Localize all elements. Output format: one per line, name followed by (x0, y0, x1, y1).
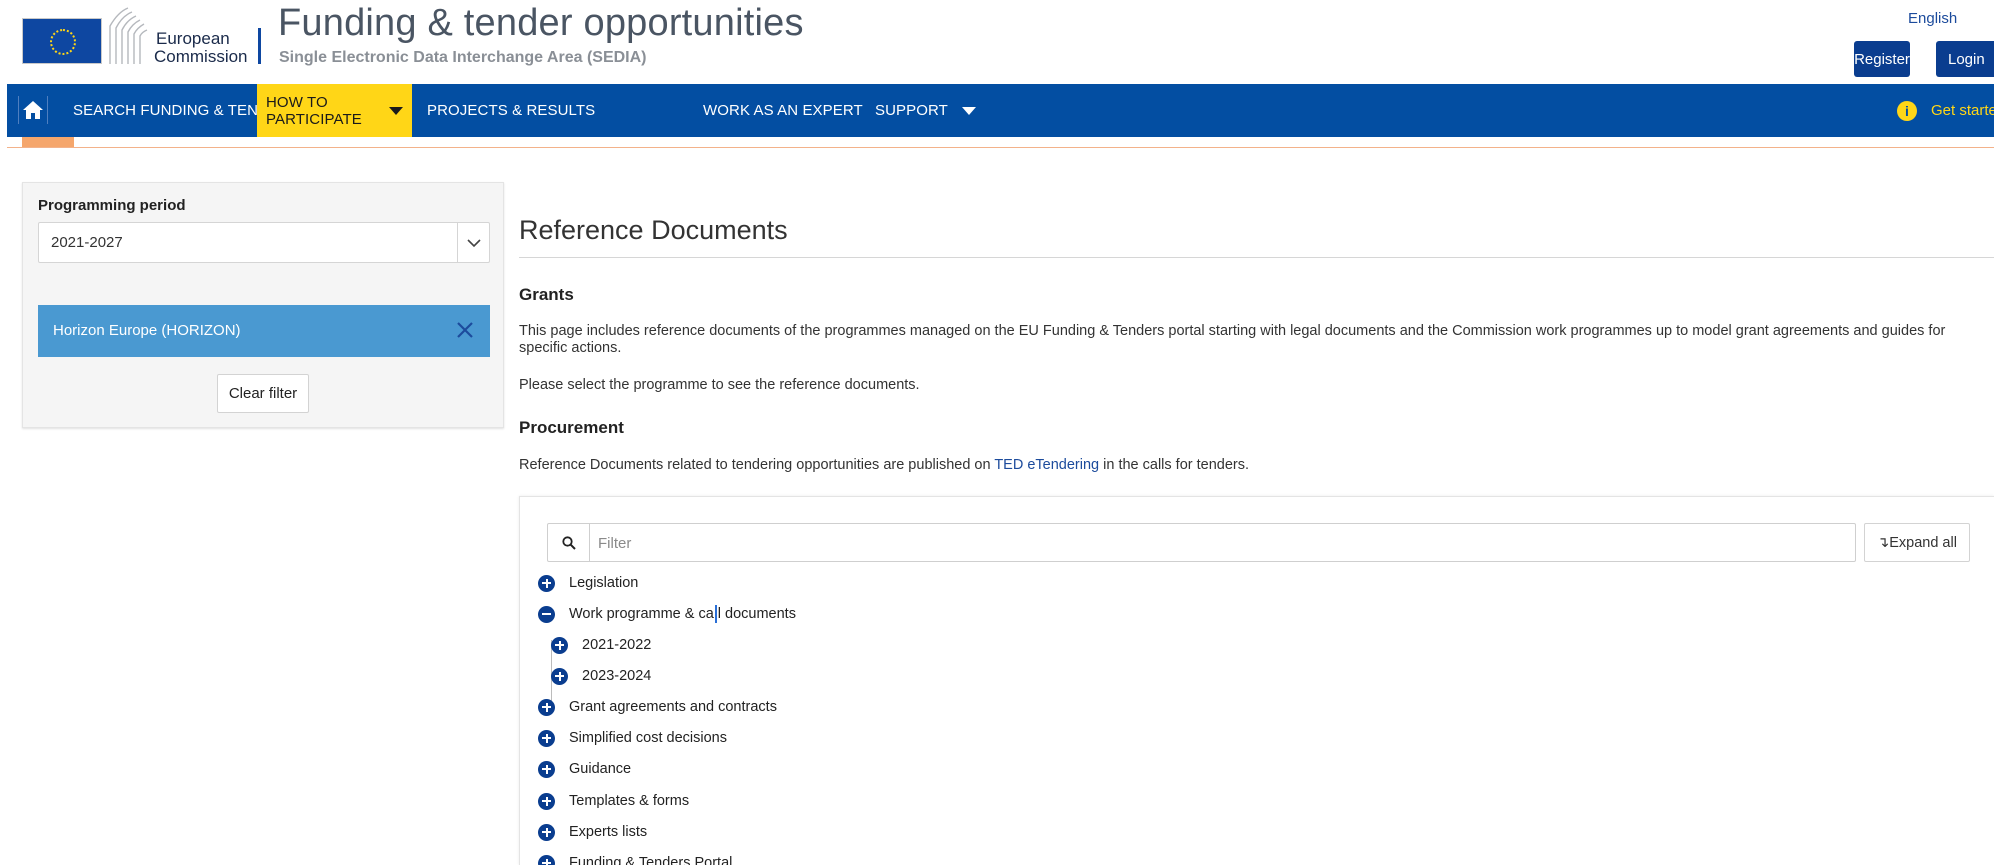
logo-line-european: European (156, 29, 230, 48)
filter-panel: Programming period 2021-2027 Horizon Eur… (22, 182, 504, 428)
close-icon[interactable] (454, 319, 476, 341)
nav-divider (7, 147, 1994, 148)
reference-documents-tree: ↴Expand all (519, 496, 1994, 865)
chevron-down-icon[interactable] (457, 223, 489, 262)
tree-node-label: Grant agreements and contracts (569, 699, 777, 715)
grants-description: This page includes reference documents o… (519, 323, 1946, 356)
tree-node-label: Work programme & ca l documents (569, 605, 796, 623)
expand-plus-icon[interactable] (551, 667, 568, 685)
procurement-text-before: Reference Documents related to tendering… (519, 457, 995, 473)
tree-node-guidance[interactable]: Guidance (538, 759, 631, 779)
tree-node-label: 2023-2024 (582, 668, 652, 684)
logo-text: European Commission (154, 30, 248, 66)
caret-down-icon (961, 106, 976, 115)
expand-plus-icon[interactable] (538, 698, 555, 716)
tree-filter-input[interactable] (598, 532, 1838, 554)
expand-plus-icon[interactable] (551, 636, 568, 654)
nav-projects-results[interactable]: PROJECTS & RESULTS (419, 84, 603, 137)
expand-plus-icon[interactable] (538, 823, 555, 841)
tree-node-2023-2024[interactable]: 2023-2024 (551, 666, 651, 686)
language-selector[interactable]: English (1908, 10, 1957, 27)
page-title: Reference Documents (519, 215, 788, 245)
tree-node-label-part: l documents (717, 605, 796, 622)
grants-heading: Grants (519, 285, 574, 304)
tree-node-label: Simplified cost decisions (569, 730, 727, 746)
site-subtitle: Single Electronic Data Interchange Area … (279, 49, 647, 66)
tree-node-simplified-cost[interactable]: Simplified cost decisions (538, 728, 727, 748)
tree-node-2021-2022[interactable]: 2021-2022 (551, 635, 651, 655)
tree-node-label: 2021-2022 (582, 637, 652, 653)
nav-work-as-expert-label: WORK AS AN EXPERT (703, 102, 863, 119)
nav-support[interactable]: SUPPORT (867, 84, 984, 137)
berlaymont-logo-icon (109, 7, 148, 64)
procurement-description: Reference Documents related to tendering… (519, 457, 1249, 473)
tree-node-work-programme[interactable]: Work programme & ca l documents (538, 604, 796, 624)
tree-node-templates[interactable]: Templates & forms (538, 791, 689, 811)
logo-separator (258, 28, 261, 64)
nav-how-to-participate[interactable]: HOW TO PARTICIPATE (257, 84, 412, 137)
tree-node-label: Funding & Tenders Portal (569, 855, 733, 865)
info-icon[interactable]: i (1897, 101, 1917, 121)
clear-filter-button[interactable]: Clear filter (217, 374, 309, 413)
register-button[interactable]: Register (1854, 41, 1910, 77)
ted-etendering-link[interactable]: TED eTendering (994, 457, 1099, 473)
title-divider (519, 257, 1994, 258)
search-icon (548, 524, 590, 561)
programme-filter-chip-label: Horizon Europe (HORIZON) (53, 322, 241, 339)
main-nav: SEARCH FUNDING & TENDERS HOW TO PARTICIP… (7, 84, 1994, 137)
site-title[interactable]: Funding & tender opportunities (278, 2, 804, 45)
home-icon (23, 101, 43, 119)
programme-filter-chip[interactable]: Horizon Europe (HORIZON) (38, 305, 490, 357)
nav-how-to-participate-label: HOW TO PARTICIPATE (266, 93, 362, 128)
tree-node-experts-lists[interactable]: Experts lists (538, 822, 647, 842)
site-header: European Commission Funding & tender opp… (0, 0, 1994, 84)
programming-period-select[interactable]: 2021-2027 (38, 222, 490, 263)
select-programme-text: Please select the programme to see the r… (519, 377, 920, 393)
expand-all-button[interactable]: ↴Expand all (1864, 523, 1970, 562)
collapse-minus-icon[interactable] (538, 605, 555, 623)
procurement-heading: Procurement (519, 418, 624, 437)
caret-down-icon (389, 106, 403, 115)
tree-node-legislation[interactable]: Legislation (538, 573, 638, 593)
tree-node-portal[interactable]: Funding & Tenders Portal (538, 853, 732, 865)
logo-line-commission: Commission (154, 47, 248, 66)
expand-plus-icon[interactable] (538, 729, 555, 747)
tree-filter (547, 523, 1856, 562)
home-button[interactable] (18, 96, 48, 124)
expand-plus-icon[interactable] (538, 792, 555, 810)
tree-node-label: Legislation (569, 575, 639, 591)
text-cursor (714, 605, 717, 623)
tree-node-label: Experts lists (569, 824, 648, 840)
tree-node-label: Templates & forms (569, 793, 690, 809)
get-started-link[interactable]: Get started (1931, 102, 1994, 119)
nav-support-label: SUPPORT (875, 102, 948, 119)
programming-period-label: Programming period (38, 197, 186, 214)
expand-plus-icon[interactable] (538, 574, 555, 592)
login-button[interactable]: Login (1936, 41, 1994, 77)
programming-period-value: 2021-2027 (51, 234, 123, 251)
tree-node-label-part: Work programme & ca (569, 605, 714, 622)
nav-projects-results-label: PROJECTS & RESULTS (427, 102, 596, 119)
eu-flag-logo[interactable] (22, 18, 102, 64)
expand-plus-icon[interactable] (538, 760, 555, 778)
expand-plus-icon[interactable] (538, 854, 555, 865)
nav-work-as-expert[interactable]: WORK AS AN EXPERT (695, 84, 871, 137)
tree-node-label: Guidance (569, 761, 632, 777)
tree-node-grant-agreements[interactable]: Grant agreements and contracts (538, 697, 777, 717)
procurement-text-after: in the calls for tenders. (1099, 457, 1250, 473)
